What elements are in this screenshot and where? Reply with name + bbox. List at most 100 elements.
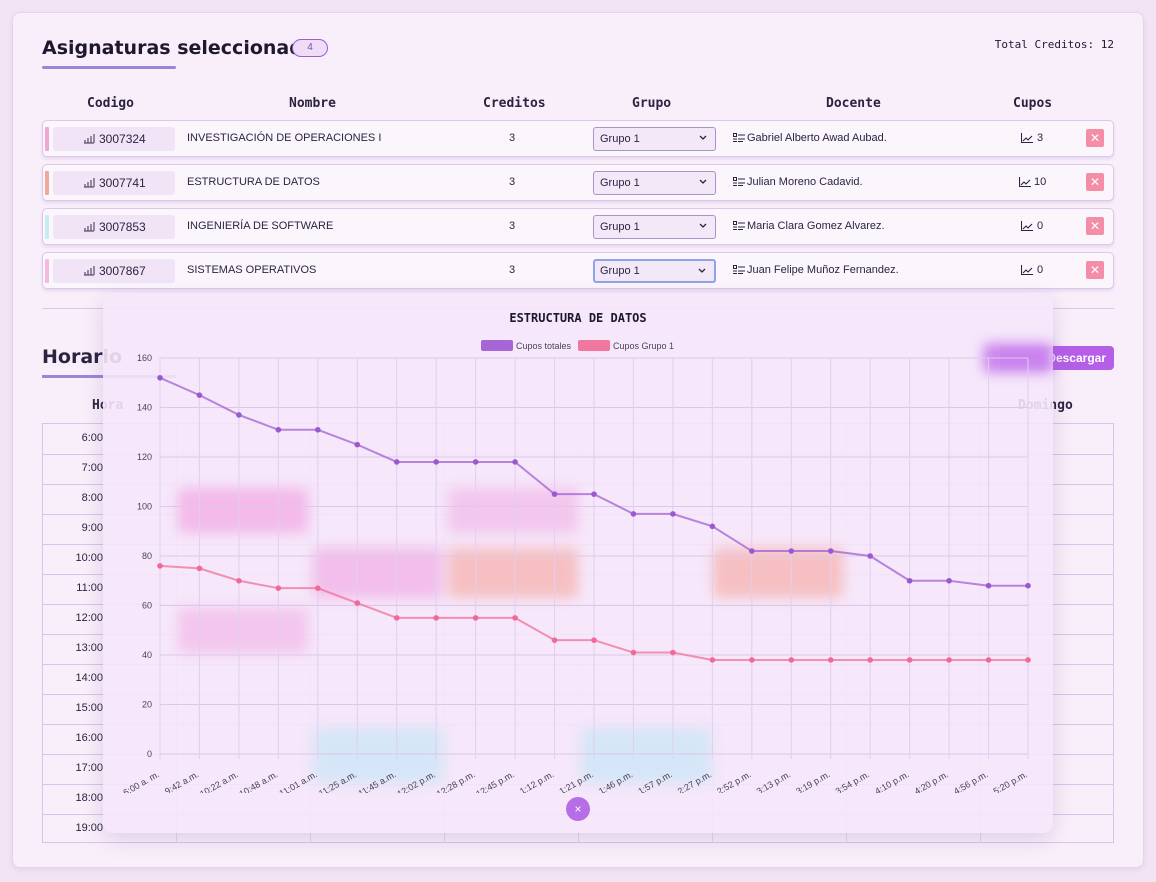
course-credits: 3 [509,264,516,276]
row-color-bar [45,171,49,195]
cupos-value[interactable]: 0 [1037,220,1043,232]
data-point [670,649,676,656]
group-select-value: Grupo 1 [600,221,640,233]
legend-label: Cupos totales [516,341,572,351]
data-point [985,657,992,663]
title-underline [42,66,176,69]
data-point [788,548,795,554]
delete-button[interactable]: ✕ [1086,261,1104,279]
table-row: 3007741 ESTRUCTURA DE DATOS 3 Grupo 1 Ju… [42,164,1114,201]
data-point [709,523,716,530]
x-tick-label: 1:12 p.m. [518,769,556,793]
col-header-cupos: Cupos [1013,96,1053,111]
data-point [788,657,795,663]
cupos-value[interactable]: 3 [1037,132,1043,144]
code-chip[interactable]: 3007853 [53,215,175,239]
x-tick-label: 6:00 a. m. [121,769,161,793]
x-tick-label: 3:54 p.m. [834,769,872,793]
y-tick-label: 160 [137,353,152,363]
data-point [275,585,282,591]
list-icon [733,221,745,231]
col-header-codigo: Codigo [87,96,134,111]
y-tick-label: 60 [142,601,152,611]
data-point [1025,582,1031,589]
row-color-bar [45,127,49,151]
data-point [393,615,400,621]
code-chip[interactable]: 3007741 [53,171,175,195]
delete-button[interactable]: ✕ [1086,129,1104,147]
group-select[interactable]: Grupo 1 [593,171,716,195]
table-row: 3007867 SISTEMAS OPERATIVOS 3 Grupo 1 Ju… [42,252,1114,289]
group-select[interactable]: Grupo 1 [593,127,716,151]
group-select-value: Grupo 1 [600,177,640,189]
hour-label: 10:00 [75,552,103,564]
x-tick-label: 5:20 p.m. [991,769,1029,793]
hour-label: 17:00 [75,762,103,774]
x-tick-label: 12:02 p.m. [395,769,437,793]
data-point [827,657,834,663]
group-select[interactable]: Grupo 1 [593,215,716,239]
code-text: 3007853 [99,220,146,234]
chart-modal: ESTRUCTURA DE DATOS 0 20 40 60 80 100 120 140 16… [103,293,1053,833]
chart-line-icon [1021,221,1033,231]
hour-label: 16:00 [75,732,103,744]
course-credits: 3 [509,132,516,144]
data-point [157,375,163,381]
chart-line-icon [1021,265,1033,275]
x-tick-label: 10:22 a.m. [198,769,240,793]
data-point [551,637,558,643]
list-icon [733,265,745,275]
chart-line-icon [1019,177,1031,187]
code-chip[interactable]: 3007324 [53,127,175,151]
data-point [236,412,242,418]
data-point [512,615,518,621]
chevron-down-icon [699,179,707,184]
data-point [1025,657,1031,663]
cupos-value[interactable]: 0 [1037,264,1043,276]
data-point [709,657,716,663]
code-text: 3007867 [99,264,146,278]
data-point [393,459,400,465]
y-tick-label: 0 [147,749,152,759]
hour-label: 8:00 [81,492,103,504]
data-point [946,657,952,663]
data-point [670,511,676,517]
delete-button[interactable]: ✕ [1086,173,1104,191]
y-tick-label: 40 [142,650,152,660]
legend-swatch [481,340,513,351]
hour-label: 19:00 [75,822,103,834]
table-row: 3007324 INVESTIGACIÓN DE OPERACIONES I 3… [42,120,1114,157]
data-point [354,600,361,606]
bar-chart-icon [84,266,95,276]
hour-label: 6:00 [81,432,103,444]
code-text: 3007324 [99,132,146,146]
x-tick-label: 12:28 p.m. [435,769,477,793]
group-select-value: Grupo 1 [600,265,640,277]
col-header-grupo: Grupo [632,96,672,111]
hour-label: 14:00 [75,672,103,684]
teacher-name: Juan Felipe Muñoz Fernandez. [747,264,899,276]
cupos-value[interactable]: 10 [1034,176,1046,188]
line-chart: 0 20 40 60 80 100 120 140 160 6:00 a. m. 9:42 a.m.… [121,340,1031,793]
data-point [630,649,637,656]
teacher-name: Gabriel Alberto Awad Aubad. [747,132,887,144]
data-point [591,491,597,497]
data-point [315,585,321,591]
list-icon [733,133,745,143]
page-title: Asignaturas seleccionadas [42,37,327,59]
x-tick-label: 11:45 a.m. [356,769,397,793]
data-point [551,491,558,497]
data-point [157,563,163,569]
data-point [946,577,952,584]
code-chip[interactable]: 3007867 [53,259,175,283]
delete-button[interactable]: ✕ [1086,217,1104,235]
y-tick-label: 140 [137,403,152,413]
group-select[interactable]: Grupo 1 [593,259,716,283]
data-point [196,392,203,398]
chevron-down-icon [699,135,707,140]
course-credits: 3 [509,176,516,188]
close-modal-button[interactable]: × [566,797,590,821]
count-badge: 4 [292,39,328,57]
col-header-docente: Docente [826,96,881,111]
data-point [906,657,913,663]
